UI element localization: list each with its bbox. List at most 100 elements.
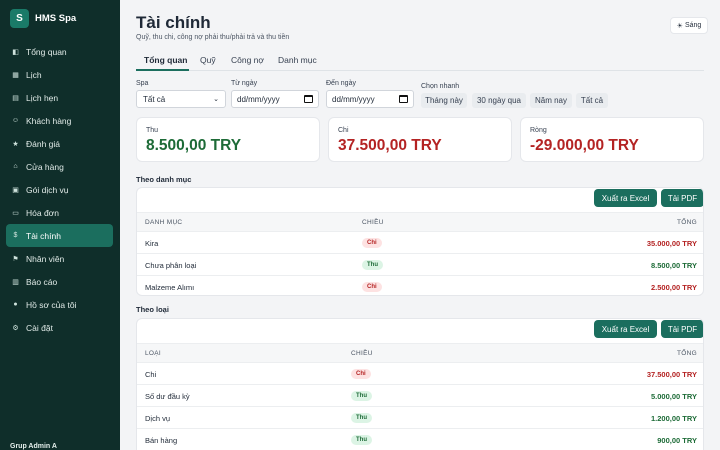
spa-select-value: Tất cả: [143, 94, 166, 104]
sidebar-item-label: Lịch: [26, 69, 42, 80]
row-name: Malzeme Alımı: [145, 283, 195, 292]
nav-icon: ▣: [12, 186, 19, 194]
spa-filter-label: Spa: [136, 80, 149, 87]
brand[interactable]: S HMS Spa: [10, 9, 76, 28]
direction-badge: Chi: [362, 238, 382, 248]
row-name: Bán hàng: [145, 436, 178, 445]
spa-select[interactable]: Tất cả ⌄: [136, 90, 226, 108]
table-row: Malzeme Alımı Chi 2.500,00 TRY: [137, 276, 703, 295]
col-header-direction: CHIỀU: [351, 350, 373, 357]
tab-funds[interactable]: Quỹ: [200, 55, 216, 65]
tab-overview[interactable]: Tổng quan: [144, 55, 187, 65]
direction-badge: Thu: [351, 413, 372, 423]
tab-debts[interactable]: Công nợ: [231, 55, 264, 65]
quick-this-year[interactable]: Năm nay: [530, 93, 572, 108]
col-header-total: TỔNG: [677, 350, 697, 357]
quick-all[interactable]: Tất cả: [576, 93, 608, 108]
to-date-input[interactable]: dd/mm/yyyy: [326, 90, 414, 108]
sidebar-item[interactable]: ● Hồ sơ của tôi: [6, 293, 113, 316]
row-total: 900,00 TRY: [657, 436, 697, 445]
table-header: DANH MỤC CHIỀU TỔNG: [137, 212, 703, 232]
sidebar-item[interactable]: ★ Đánh giá: [6, 132, 113, 155]
net-card: Ròng -29.000,00 TRY: [520, 117, 704, 162]
sidebar-item[interactable]: $ Tài chính: [6, 224, 113, 247]
sidebar-item[interactable]: ☺ Khách hàng: [6, 109, 113, 132]
theme-toggle-button[interactable]: ☀ Sáng: [670, 17, 708, 34]
sidebar-item[interactable]: ⚙ Cài đặt: [6, 316, 113, 339]
nav-icon: $: [13, 232, 18, 239]
net-value: -29.000,00 TRY: [530, 137, 639, 154]
income-value: 8.500,00 TRY: [146, 137, 242, 154]
sidebar-item-label: Tổng quan: [26, 46, 67, 57]
by-type-title: Theo loại: [136, 305, 169, 314]
sidebar-item[interactable]: ⚑ Nhân viên: [6, 247, 113, 270]
from-date-placeholder: dd/mm/yyyy: [237, 94, 280, 104]
by-category-title: Theo danh mục: [136, 175, 192, 184]
net-label: Ròng: [530, 127, 547, 134]
sidebar-item[interactable]: ▤ Lịch hẹn: [6, 86, 113, 109]
col-header-direction: CHIỀU: [362, 219, 384, 226]
direction-badge: Chi: [362, 282, 382, 292]
col-header-type: LOẠI: [145, 350, 162, 357]
row-total: 8.500,00 TRY: [651, 261, 697, 270]
sidebar-item[interactable]: ▣ Gói dịch vụ: [6, 178, 113, 201]
from-date-label: Từ ngày: [231, 80, 258, 87]
nav-icon: ⌂: [13, 163, 18, 170]
sidebar-item-label: Khách hàng: [26, 115, 72, 126]
row-name: Dịch vụ: [145, 414, 171, 423]
export-excel-button[interactable]: Xuất ra Excel: [594, 320, 657, 338]
row-name: Kira: [145, 239, 159, 248]
download-pdf-button[interactable]: Tải PDF: [661, 320, 703, 338]
row-total: 37.500,00 TRY: [646, 370, 697, 379]
sidebar-item[interactable]: ▭ Hóa đơn: [6, 201, 113, 224]
table-row: Bán hàng Thu 900,00 TRY: [137, 429, 703, 450]
sidebar-item-label: Gói dịch vụ: [26, 184, 69, 195]
quick-last-30-days[interactable]: 30 ngày qua: [472, 93, 526, 108]
nav-icon: ▦: [12, 71, 19, 79]
brand-name: HMS Spa: [35, 13, 77, 24]
export-excel-button[interactable]: Xuất ra Excel: [594, 189, 657, 207]
download-pdf-button[interactable]: Tải PDF: [661, 189, 703, 207]
row-total: 5.000,00 TRY: [651, 392, 697, 401]
sidebar-item[interactable]: ◧ Tổng quan: [6, 40, 113, 63]
sidebar-item-label: Tài chính: [26, 230, 61, 241]
nav-icon: ⚑: [12, 255, 19, 263]
sidebar-item[interactable]: ⌂ Cửa hàng: [6, 155, 113, 178]
nav-icon: ▤: [12, 94, 19, 102]
page-title: Tài chính: [136, 13, 211, 32]
direction-badge: Thu: [351, 435, 372, 445]
expense-label: Chi: [338, 127, 349, 134]
expense-value: 37.500,00 TRY: [338, 137, 442, 154]
nav-icon: ⚙: [12, 324, 19, 332]
brand-logo: S: [10, 9, 29, 28]
calendar-icon[interactable]: [399, 95, 408, 103]
row-total: 35.000,00 TRY: [646, 239, 697, 248]
sidebar-item-label: Cài đặt: [26, 322, 53, 333]
by-type-panel: Xuất ra Excel Tải PDF LOẠI CHIỀU TỔNG Ch…: [136, 318, 704, 450]
sidebar: S HMS Spa ◧ Tổng quan ▦ Lịch ▤ Lịch hẹn ☺ Khách…: [0, 0, 120, 450]
page-subtitle: Quỹ, thu chi, công nợ phải thu/phải trả …: [136, 34, 290, 41]
table-row: Số dư đầu kỳ Thu 5.000,00 TRY: [137, 385, 703, 407]
by-category-panel: Xuất ra Excel Tải PDF DANH MỤC CHIỀU TỔN…: [136, 187, 704, 296]
tab-bar: Tổng quan Quỹ Công nợ Danh mục: [136, 52, 704, 71]
direction-badge: Chi: [351, 369, 371, 379]
col-header-total: TỔNG: [677, 219, 697, 226]
income-label: Thu: [146, 127, 159, 134]
quick-this-month[interactable]: Tháng này: [421, 93, 467, 108]
sidebar-nav: ◧ Tổng quan ▦ Lịch ▤ Lịch hẹn ☺ Khách hàng ★ Đánh…: [6, 40, 113, 339]
sidebar-footer-group: Grup Admin A: [10, 443, 57, 450]
income-card: Thu 8.500,00 TRY: [136, 117, 320, 162]
from-date-input[interactable]: dd/mm/yyyy: [231, 90, 319, 108]
sidebar-item-label: Đánh giá: [26, 138, 61, 149]
tab-categories[interactable]: Danh mục: [278, 55, 317, 65]
chevron-down-icon: ⌄: [213, 96, 219, 103]
sidebar-item-label: Lịch hẹn: [26, 92, 59, 103]
table-row: Dịch vụ Thu 1.200,00 TRY: [137, 407, 703, 429]
quick-select-label: Chọn nhanh: [421, 83, 460, 90]
table-header: LOẠI CHIỀU TỔNG: [137, 343, 703, 363]
calendar-icon[interactable]: [304, 95, 313, 103]
table-row: Chi Chi 37.500,00 TRY: [137, 363, 703, 385]
sidebar-item[interactable]: ▥ Báo cáo: [6, 270, 113, 293]
sidebar-item[interactable]: ▦ Lịch: [6, 63, 113, 86]
row-name: Chưa phân loại: [145, 261, 197, 270]
